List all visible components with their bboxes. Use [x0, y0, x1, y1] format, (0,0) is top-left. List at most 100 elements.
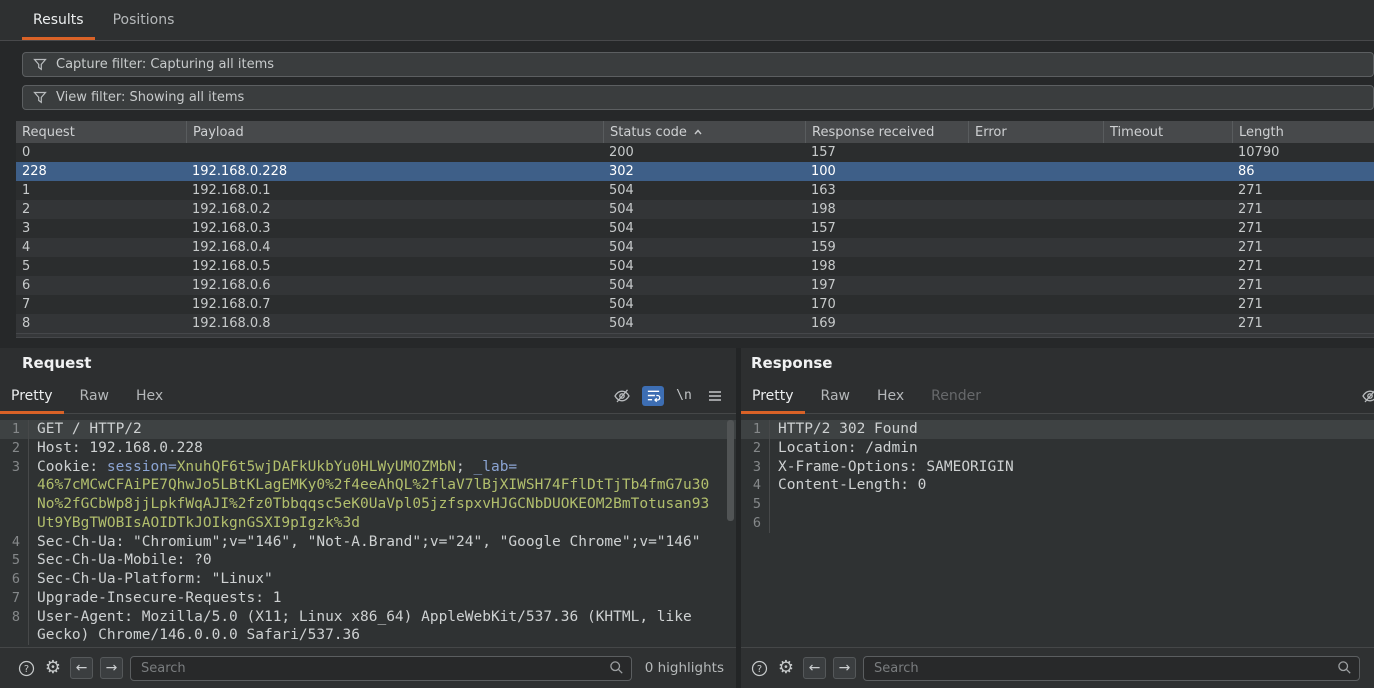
request-tab-raw[interactable]: Raw [69, 378, 120, 413]
column-header-received[interactable]: Response received [805, 121, 968, 143]
tab-results[interactable]: Results [22, 0, 95, 40]
response-tab-hex[interactable]: Hex [866, 378, 915, 413]
cell-payload [186, 143, 603, 162]
previous-match-button[interactable]: ← [70, 657, 93, 679]
response-tab-pretty[interactable]: Pretty [741, 378, 805, 413]
table-row[interactable]: 4192.168.0.4504159271 [16, 238, 1374, 257]
show-nonprintable-off-icon[interactable] [611, 386, 633, 406]
line-number: 7 [0, 589, 20, 608]
line-number: 1 [741, 420, 761, 439]
column-header-label: Request [22, 125, 75, 140]
code-line-text: No%2fGCbWp8jjLpkfWqAJI%2fz0Tbbqqsc5eK0Ua… [37, 495, 709, 514]
line-number [0, 626, 20, 645]
request-search-input[interactable] [130, 656, 632, 681]
cell-length: 271 [1232, 219, 1374, 238]
cell-payload: 192.168.0.5 [186, 257, 603, 276]
code-line: 5 [741, 495, 1374, 514]
cell-timeout [1103, 181, 1232, 200]
editor-menu-icon[interactable] [704, 386, 726, 406]
tab-positions[interactable]: Positions [102, 0, 186, 40]
column-header-status[interactable]: Status code [603, 121, 805, 143]
table-row[interactable]: 2192.168.0.2504198271 [16, 200, 1374, 219]
cell-length: 271 [1232, 295, 1374, 314]
next-match-button[interactable]: → [833, 657, 856, 679]
capture-filter-bar[interactable]: Capture filter: Capturing all items [22, 52, 1374, 77]
next-match-button[interactable]: → [100, 657, 123, 679]
code-line: 3X-Frame-Options: SAMEORIGIN [741, 458, 1374, 477]
code-line-text: Upgrade-Insecure-Requests: 1 [37, 589, 281, 608]
table-row[interactable]: 020015710790 [16, 143, 1374, 162]
table-row[interactable]: 1192.168.0.1504163271 [16, 181, 1374, 200]
line-number: 6 [741, 514, 761, 533]
cell-status: 504 [603, 295, 805, 314]
column-header-request[interactable]: Request [16, 121, 186, 143]
code-line: 4Sec-Ch-Ua: "Chromium";v="146", "Not-A.B… [0, 533, 736, 552]
table-partial-row [16, 333, 1374, 338]
cell-received: 198 [805, 200, 968, 219]
cell-request: 3 [16, 219, 186, 238]
column-header-label: Status code [610, 125, 687, 140]
help-icon[interactable]: ? [749, 658, 769, 678]
column-header-error[interactable]: Error [968, 121, 1103, 143]
cell-request: 0 [16, 143, 186, 162]
cell-payload: 192.168.0.8 [186, 314, 603, 333]
gutter-separator [769, 495, 778, 514]
cell-received: 159 [805, 238, 968, 257]
request-tab-hex[interactable]: Hex [125, 378, 174, 413]
word-wrap-toggle-icon[interactable] [642, 386, 664, 406]
cell-timeout [1103, 162, 1232, 181]
code-line-text: Ut9YBgTWOBIsAOIDTkJOIkgnGSXI9pIgzk%3d [37, 514, 360, 533]
code-line-text: Host: 192.168.0.228 [37, 439, 203, 458]
code-line: 5Sec-Ch-Ua-Mobile: ?0 [0, 551, 736, 570]
search-settings-gear-icon[interactable]: ⚙ [776, 658, 796, 678]
view-filter-bar[interactable]: View filter: Showing all items [22, 85, 1374, 110]
cell-status: 504 [603, 314, 805, 333]
table-row[interactable]: 6192.168.0.6504197271 [16, 276, 1374, 295]
line-number: 1 [0, 420, 20, 439]
table-row[interactable]: 8192.168.0.8504169271 [16, 314, 1374, 333]
column-header-length[interactable]: Length [1232, 121, 1374, 143]
cell-request: 7 [16, 295, 186, 314]
column-header-timeout[interactable]: Timeout [1103, 121, 1232, 143]
request-editor-scrollbar[interactable] [727, 420, 734, 521]
cell-request: 5 [16, 257, 186, 276]
code-line: 6 [741, 514, 1374, 533]
request-editor-tabs: PrettyRawHex \n [0, 378, 736, 414]
search-settings-gear-icon[interactable]: ⚙ [43, 658, 63, 678]
tab-results-label: Results [33, 12, 84, 28]
cell-timeout [1103, 314, 1232, 333]
request-search-toolbar: ? ⚙ ← → 0 highlights [0, 647, 736, 688]
table-row[interactable]: 5192.168.0.5504198271 [16, 257, 1374, 276]
column-header-label: Timeout [1110, 125, 1163, 140]
table-row[interactable]: 7192.168.0.7504170271 [16, 295, 1374, 314]
newline-display-icon[interactable]: \n [673, 386, 695, 406]
funnel-icon [33, 58, 47, 71]
cell-received: 100 [805, 162, 968, 181]
code-line: 3Cookie: session=XnuhQF6t5wjDAFkUkbYu0HL… [0, 458, 736, 477]
cell-request: 228 [16, 162, 186, 181]
line-number: 2 [0, 439, 20, 458]
results-table: Request Payload Status code Response receiv… [16, 121, 1374, 338]
response-search-input[interactable] [863, 656, 1360, 681]
cell-error [968, 200, 1103, 219]
line-number [0, 476, 20, 495]
line-number: 6 [0, 570, 20, 589]
response-editor[interactable]: 1HTTP/2 302 Found2Location: /admin3X-Fra… [741, 414, 1374, 647]
table-row[interactable]: 3192.168.0.3504157271 [16, 219, 1374, 238]
cell-length: 271 [1232, 200, 1374, 219]
cell-status: 302 [603, 162, 805, 181]
cell-error [968, 257, 1103, 276]
column-header-payload[interactable]: Payload [186, 121, 603, 143]
line-number: 8 [0, 608, 20, 627]
gutter-separator [28, 608, 37, 627]
line-number: 3 [741, 458, 761, 477]
request-tab-pretty[interactable]: Pretty [0, 378, 64, 413]
help-icon[interactable]: ? [16, 658, 36, 678]
response-tab-raw[interactable]: Raw [810, 378, 861, 413]
previous-match-button[interactable]: ← [803, 657, 826, 679]
cell-payload: 192.168.0.6 [186, 276, 603, 295]
request-editor-icons: \n [611, 378, 726, 413]
table-row[interactable]: 228192.168.0.22830210086 [16, 162, 1374, 181]
show-nonprintable-off-icon[interactable] [1359, 386, 1374, 406]
request-editor[interactable]: 1GET / HTTP/22Host: 192.168.0.2283Cookie… [0, 414, 736, 647]
